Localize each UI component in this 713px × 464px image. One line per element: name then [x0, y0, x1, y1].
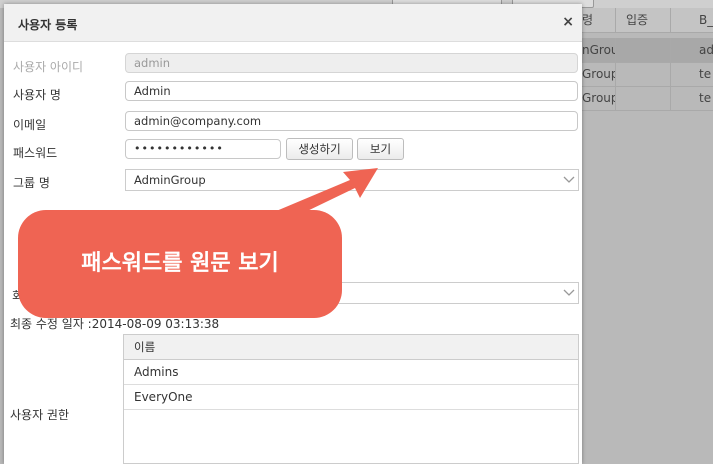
- callout-bubble: 패스워드를 원문 보기: [18, 210, 342, 318]
- group-select[interactable]: AdminGroup: [125, 169, 579, 191]
- grid-cell: ad: [699, 43, 713, 57]
- table-row[interactable]: Admins: [124, 360, 578, 385]
- generate-password-button[interactable]: 생성하기: [286, 138, 353, 160]
- grid-cell: te: [699, 67, 712, 81]
- user-name-label: 사용자 명: [13, 88, 61, 102]
- table-row[interactable]: Group te: [580, 86, 713, 111]
- password-field[interactable]: ••••••••••••: [125, 139, 281, 159]
- user-name-field[interactable]: Admin: [125, 81, 578, 101]
- grid-header-cell: 입증: [616, 8, 671, 32]
- table-row[interactable]: Group te: [580, 62, 713, 87]
- group-label: 그룹 명: [13, 176, 50, 190]
- group-select-value: AdminGroup: [134, 173, 206, 187]
- chevron-down-icon: [563, 289, 575, 296]
- user-id-field: admin: [125, 53, 578, 73]
- permissions-label: 사용자 권한: [10, 408, 70, 422]
- grid-cell: [616, 38, 671, 62]
- permissions-table: 이름 Admins EveryOne: [123, 334, 579, 464]
- table-row[interactable]: EveryOne: [124, 385, 578, 410]
- grid-cell: te: [699, 91, 712, 105]
- view-password-button[interactable]: 보기: [357, 138, 404, 160]
- grid-cell: Group: [580, 86, 616, 110]
- grid-header-cell: B_: [699, 13, 713, 27]
- grid-header-cell: 령: [580, 8, 616, 32]
- grid-cell: [616, 86, 671, 110]
- dialog-title: 사용자 등록: [18, 18, 78, 32]
- background-grid-header: 령 입증 B_: [580, 8, 713, 33]
- callout-text: 패스워드를 원문 보기: [81, 251, 279, 276]
- chevron-down-icon: [563, 176, 575, 183]
- permissions-table-header: 이름: [124, 335, 578, 360]
- table-row[interactable]: nGrou ad: [580, 38, 713, 63]
- grid-cell: Group: [580, 62, 616, 86]
- grid-cell: nGrou: [580, 38, 616, 62]
- close-icon[interactable]: ×: [562, 14, 574, 30]
- password-label: 패스워드: [13, 146, 58, 160]
- background-grid: 령 입증 B_ nGrou ad Group te Group te: [580, 8, 713, 118]
- grid-cell: [616, 62, 671, 86]
- dialog-header: 사용자 등록 ×: [4, 4, 582, 42]
- email-label: 이메일: [13, 118, 47, 132]
- user-id-label: 사용자 아이디: [13, 60, 84, 74]
- email-field[interactable]: admin@company.com: [125, 111, 578, 131]
